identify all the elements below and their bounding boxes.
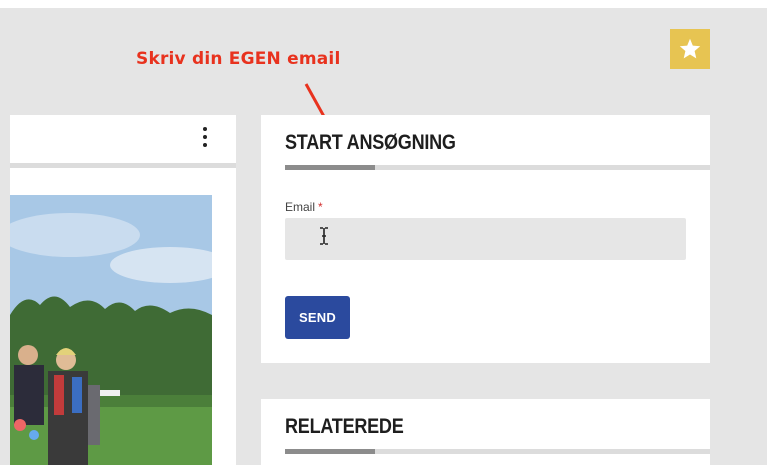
article-card <box>10 115 236 465</box>
text-cursor-icon <box>320 227 328 245</box>
required-mark: * <box>318 200 323 214</box>
related-title: RELATEREDE <box>285 415 404 438</box>
related-underline <box>285 449 710 454</box>
email-field[interactable] <box>285 218 686 260</box>
article-card-header <box>10 115 236 168</box>
title-underline-accent <box>285 165 375 170</box>
email-label-text: Email <box>285 200 316 214</box>
article-photo <box>10 195 212 465</box>
related-card: RELATEREDE <box>261 399 710 465</box>
star-icon <box>679 38 701 59</box>
email-label: Email * <box>285 200 323 214</box>
kebab-menu-icon[interactable] <box>200 127 210 153</box>
form-title: START ANSØGNING <box>285 131 456 154</box>
send-button[interactable]: SEND <box>285 296 350 339</box>
title-underline <box>285 165 710 170</box>
related-underline-accent <box>285 449 375 454</box>
favorite-button[interactable] <box>670 29 710 69</box>
